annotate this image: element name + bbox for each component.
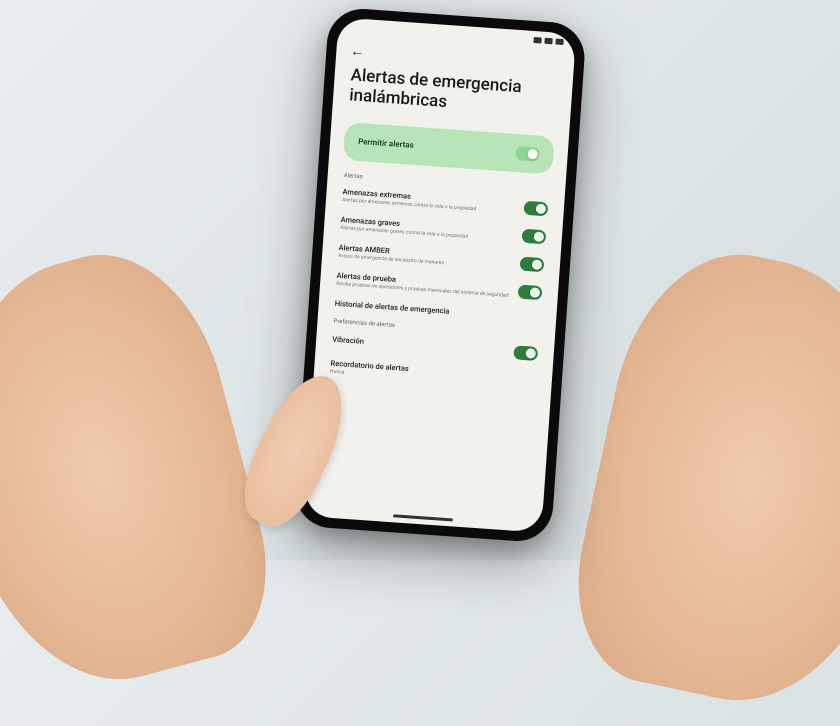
row-title: Vibración <box>332 335 506 356</box>
vibration-toggle[interactable] <box>513 345 538 361</box>
wifi-icon <box>544 38 552 45</box>
battery-icon <box>555 39 563 46</box>
severe-threats-toggle[interactable] <box>521 228 546 244</box>
screen: ← Alertas de emergencia inalámbricas Per… <box>304 17 576 532</box>
navigation-bar <box>304 502 542 533</box>
amber-alerts-toggle[interactable] <box>520 256 545 272</box>
allow-alerts-label: Permitir alertas <box>358 137 414 150</box>
allow-alerts-toggle[interactable] <box>515 146 540 162</box>
page-title: Alertas de emergencia inalámbricas <box>349 65 557 120</box>
test-alerts-toggle[interactable] <box>518 284 543 300</box>
phone-frame: ← Alertas de emergencia inalámbricas Per… <box>293 7 587 544</box>
signal-icon <box>533 37 541 44</box>
extreme-threats-toggle[interactable] <box>523 200 548 216</box>
home-indicator[interactable] <box>393 514 453 521</box>
toggle-knob <box>527 149 538 160</box>
back-icon[interactable]: ← <box>350 43 365 60</box>
